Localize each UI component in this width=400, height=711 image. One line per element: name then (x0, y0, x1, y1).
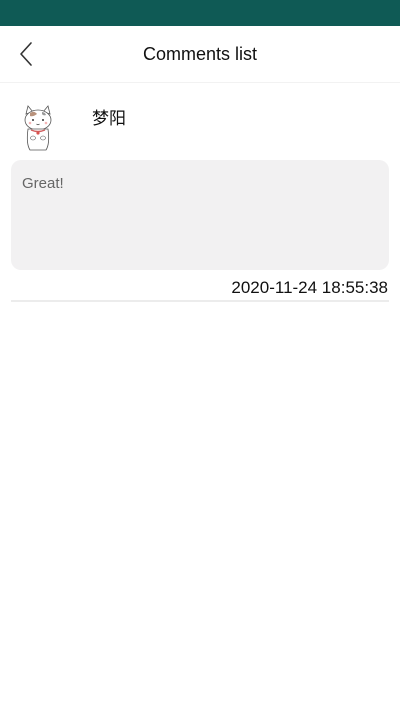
chevron-left-icon (20, 42, 32, 66)
divider (11, 300, 389, 302)
comment-box: Great! (11, 160, 389, 270)
status-bar (0, 0, 400, 26)
comment-timestamp: 2020-11-24 18:55:38 (231, 278, 388, 297)
back-button[interactable] (10, 38, 42, 70)
comment-text: Great! (22, 175, 64, 192)
avatar (24, 105, 52, 151)
comment-username: 梦阳 (92, 109, 126, 128)
comment-item: 梦阳 Great! 2020-11-24 18:55:38 (0, 82, 400, 302)
app-bar: Comments list (0, 26, 400, 83)
page-title: Comments list (142, 44, 258, 64)
